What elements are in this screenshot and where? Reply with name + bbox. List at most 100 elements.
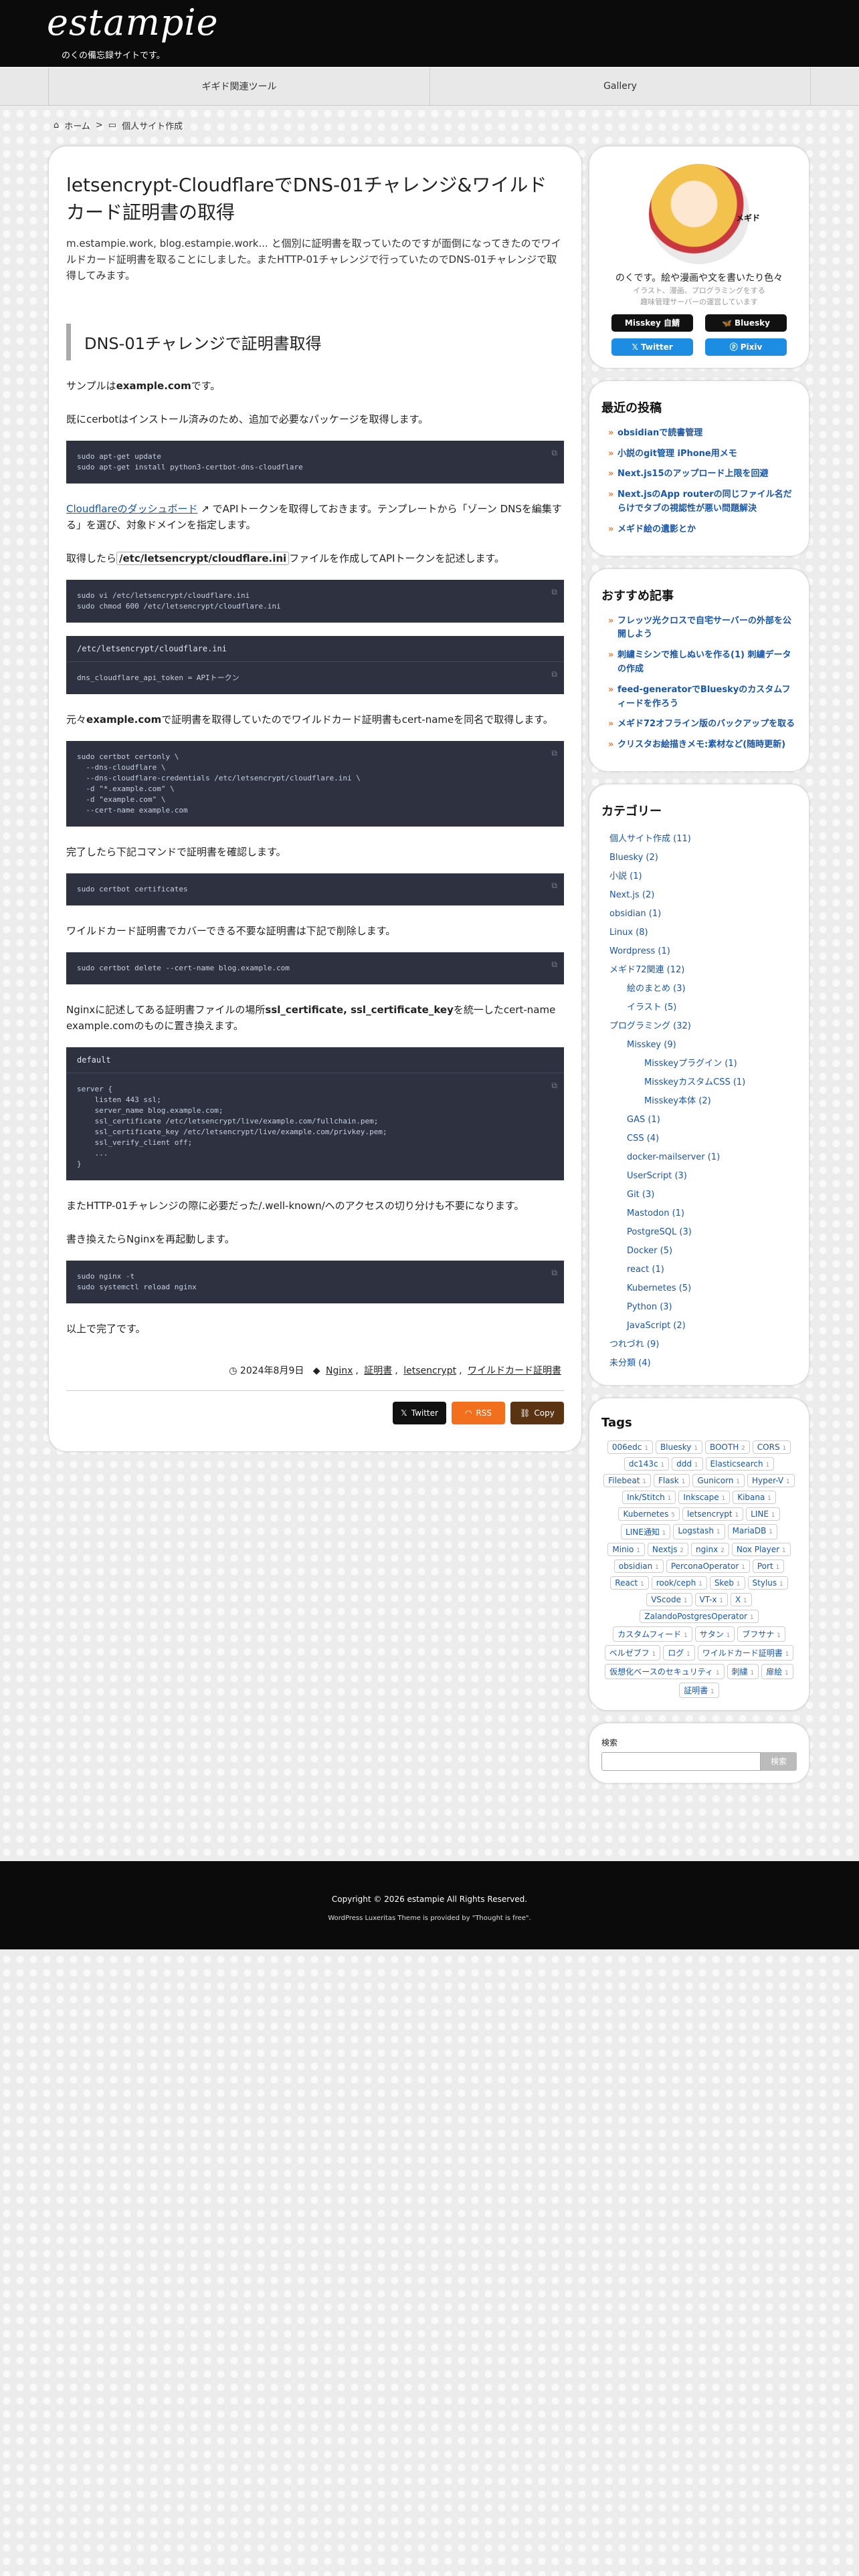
tag-link[interactable]: ddd 1 bbox=[672, 1457, 703, 1471]
category-link[interactable]: UserScript (3) bbox=[601, 1167, 797, 1186]
category-link[interactable]: メギド72関連 (12) bbox=[601, 961, 797, 980]
tag-link[interactable]: dc143c 1 bbox=[624, 1457, 670, 1471]
category-link[interactable]: Kubernetes (5) bbox=[601, 1279, 797, 1298]
tag-link[interactable]: Ink/Stitch 1 bbox=[622, 1490, 676, 1504]
category-link[interactable]: Python (3) bbox=[601, 1298, 797, 1317]
tag-link[interactable]: サタン 1 bbox=[694, 1626, 735, 1642]
category-link[interactable]: Misskey (9) bbox=[601, 1036, 797, 1055]
cloudflare-dashboard-link[interactable]: Cloudflareのダッシュボード bbox=[66, 503, 198, 515]
recent-post-link[interactable]: Next.jsのApp routerの同じファイル名だらけでタブの視認性が悪い問… bbox=[608, 488, 797, 516]
category-link[interactable]: Misskey本体 (2) bbox=[601, 1092, 797, 1111]
recommended-post-link[interactable]: フレッツ光クロスで自宅サーバーの外部を公開しよう bbox=[608, 615, 797, 643]
tag-link[interactable]: Kibana 1 bbox=[733, 1490, 776, 1504]
tag-link[interactable]: Gunicorn 1 bbox=[692, 1473, 745, 1487]
post-tag[interactable]: letsencrypt bbox=[403, 1366, 456, 1376]
bluesky-button[interactable]: 🦋 Bluesky bbox=[705, 314, 787, 332]
recent-post-link[interactable]: Next.js15のアップロード上限を回避 bbox=[608, 467, 797, 481]
nav-item-tools[interactable]: ギギド関連ツール bbox=[48, 68, 430, 105]
site-logo[interactable]: estampie bbox=[47, 1, 219, 43]
copy-code-icon[interactable]: ⧉ bbox=[551, 669, 557, 679]
category-link[interactable]: CSS (4) bbox=[601, 1130, 797, 1148]
recent-post-link[interactable]: 小説のgit管理 iPhone用メモ bbox=[608, 447, 797, 461]
category-link[interactable]: 絵のまとめ (3) bbox=[601, 980, 797, 998]
share-twitter-button[interactable]: 𝕏 Twitter bbox=[393, 1402, 446, 1425]
tag-link[interactable]: ZalandoPostgresOperator 1 bbox=[640, 1609, 759, 1623]
category-link[interactable]: Wordpress (1) bbox=[601, 942, 797, 961]
tag-link[interactable]: Nox Player 1 bbox=[731, 1542, 791, 1556]
tag-link[interactable]: 扉絵 1 bbox=[761, 1663, 793, 1679]
category-link[interactable]: Bluesky (2) bbox=[601, 849, 797, 867]
tag-link[interactable]: CORS 1 bbox=[752, 1440, 791, 1454]
category-link[interactable]: MisskeyカスタムCSS (1) bbox=[601, 1073, 797, 1092]
tag-link[interactable]: Skeb 1 bbox=[709, 1576, 745, 1590]
category-link[interactable]: Linux (8) bbox=[601, 924, 797, 942]
category-link[interactable]: 未分類 (4) bbox=[601, 1354, 797, 1373]
tag-link[interactable]: Minio 1 bbox=[607, 1542, 645, 1556]
category-link[interactable]: Mastodon (1) bbox=[601, 1204, 797, 1223]
tag-link[interactable]: VScode 1 bbox=[646, 1592, 692, 1606]
copy-code-icon[interactable]: ⧉ bbox=[551, 1267, 557, 1278]
tag-link[interactable]: LINE通知 1 bbox=[621, 1523, 671, 1539]
tag-link[interactable]: Hyper-V 1 bbox=[747, 1473, 795, 1487]
misskey-button[interactable]: Misskey 自鯖 bbox=[611, 314, 693, 332]
tag-link[interactable]: rook/ceph 1 bbox=[651, 1576, 707, 1590]
tag-link[interactable]: LINE 1 bbox=[746, 1507, 780, 1521]
tag-link[interactable]: Bluesky 1 bbox=[655, 1440, 702, 1454]
tag-link[interactable]: MariaDB 1 bbox=[727, 1523, 777, 1539]
tag-link[interactable]: Inkscape 1 bbox=[678, 1490, 731, 1504]
category-link[interactable]: Git (3) bbox=[601, 1186, 797, 1204]
breadcrumb-home[interactable]: ホーム bbox=[64, 119, 90, 132]
tag-link[interactable]: ワイルドカード証明書 1 bbox=[697, 1644, 794, 1660]
tag-link[interactable]: 刺繍 1 bbox=[727, 1663, 759, 1679]
nav-item-gallery[interactable]: Gallery bbox=[430, 68, 811, 105]
category-link[interactable]: プログラミング (32) bbox=[601, 1017, 797, 1036]
category-link[interactable]: つれづれ (9) bbox=[601, 1335, 797, 1354]
category-link[interactable]: react (1) bbox=[601, 1261, 797, 1279]
share-rss-button[interactable]: ◠ RSS bbox=[452, 1402, 505, 1425]
category-link[interactable]: 個人サイト作成 (11) bbox=[601, 830, 797, 849]
tag-link[interactable]: Port 1 bbox=[752, 1559, 785, 1573]
tag-link[interactable]: Logstash 1 bbox=[673, 1523, 725, 1539]
category-link[interactable]: GAS (1) bbox=[601, 1111, 797, 1130]
category-link[interactable]: Next.js (2) bbox=[601, 886, 797, 905]
tag-link[interactable]: ベルゼブフ 1 bbox=[604, 1644, 661, 1660]
category-link[interactable]: Docker (5) bbox=[601, 1242, 797, 1261]
tag-link[interactable]: Flask 1 bbox=[653, 1473, 690, 1487]
share-copy-button[interactable]: ⛓ Copy bbox=[510, 1402, 564, 1425]
post-tag[interactable]: 証明書 bbox=[364, 1366, 392, 1376]
search-button[interactable]: 検索 bbox=[761, 1751, 797, 1771]
copy-code-icon[interactable]: ⧉ bbox=[551, 880, 557, 891]
tag-link[interactable]: Elasticsearch 1 bbox=[705, 1457, 775, 1471]
copy-code-icon[interactable]: ⧉ bbox=[551, 959, 557, 970]
post-tag[interactable]: ワイルドカード証明書 bbox=[468, 1366, 561, 1376]
recent-post-link[interactable]: メギド絵の遺影とか bbox=[608, 523, 797, 537]
copy-code-icon[interactable]: ⧉ bbox=[551, 748, 557, 758]
recommended-post-link[interactable]: メギド72オフライン版のバックアップを取る bbox=[608, 718, 797, 732]
copy-code-icon[interactable]: ⧉ bbox=[551, 1080, 557, 1091]
tag-link[interactable]: Filebeat 1 bbox=[603, 1473, 651, 1487]
category-link[interactable]: obsidian (1) bbox=[601, 905, 797, 924]
search-input[interactable] bbox=[601, 1751, 761, 1771]
tag-link[interactable]: BOOTH 2 bbox=[704, 1440, 750, 1454]
tag-link[interactable]: ブフサナ 1 bbox=[737, 1626, 785, 1642]
tag-link[interactable]: letsencrypt 1 bbox=[682, 1507, 744, 1521]
tag-link[interactable]: VT-x 1 bbox=[694, 1592, 728, 1606]
recommended-post-link[interactable]: feed-generatorでBlueskyのカスタムフィードを作ろう bbox=[608, 683, 797, 712]
tag-link[interactable]: ログ 1 bbox=[663, 1644, 695, 1660]
category-link[interactable]: イラスト (5) bbox=[601, 998, 797, 1017]
recent-post-link[interactable]: obsidianで読書管理 bbox=[608, 427, 797, 441]
breadcrumb-category[interactable]: 個人サイト作成 bbox=[122, 119, 183, 132]
recommended-post-link[interactable]: 刺繍ミシンで推しぬいを作る(1) 刺繍データの作成 bbox=[608, 649, 797, 677]
tag-link[interactable]: obsidian 1 bbox=[613, 1559, 664, 1573]
tag-link[interactable]: 証明書 1 bbox=[679, 1682, 719, 1698]
tag-link[interactable]: Kubernetes 5 bbox=[618, 1507, 680, 1521]
tag-link[interactable]: 仮想化ベースのセキュリティ 1 bbox=[605, 1663, 725, 1679]
category-link[interactable]: docker-mailserver (1) bbox=[601, 1148, 797, 1167]
twitter-button[interactable]: 𝕏 Twitter bbox=[611, 338, 693, 356]
post-tag[interactable]: Nginx bbox=[326, 1366, 353, 1376]
tag-link[interactable]: Stylus 1 bbox=[747, 1576, 788, 1590]
tag-link[interactable]: React 1 bbox=[610, 1576, 649, 1590]
category-link[interactable]: JavaScript (2) bbox=[601, 1317, 797, 1335]
category-link[interactable]: PostgreSQL (3) bbox=[601, 1223, 797, 1242]
copy-code-icon[interactable]: ⧉ bbox=[551, 447, 557, 458]
